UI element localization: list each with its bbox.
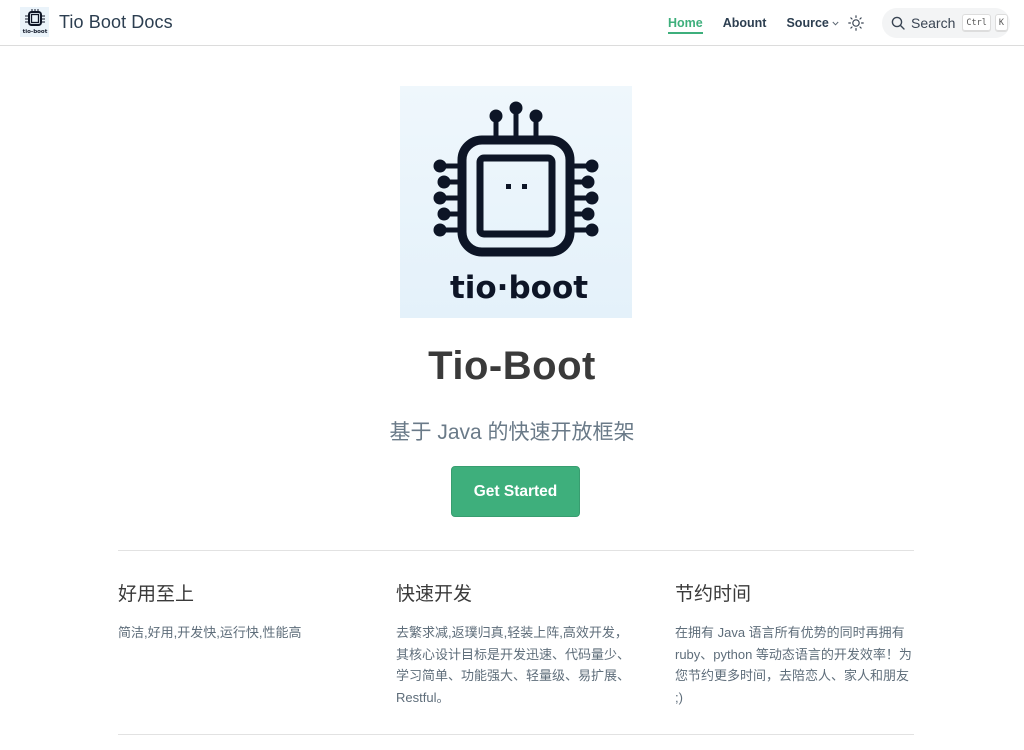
logo-caption: tio-boot — [22, 29, 47, 35]
feature-title: 快速开发 — [396, 584, 473, 605]
shortcut-key-k: K — [994, 14, 1008, 32]
search-button[interactable]: Search Ctrl K — [882, 8, 1010, 38]
hero-logo-image: tio·boot — [400, 86, 632, 318]
hero-logo-caption: tio·boot — [450, 270, 588, 306]
brand-home-link[interactable]: tio-boot Tio Boot Docs — [20, 7, 173, 37]
nav-home-link[interactable]: Home — [668, 0, 703, 46]
divider — [118, 550, 914, 551]
site-title: Tio Boot Docs — [59, 11, 173, 32]
divider — [118, 734, 914, 735]
nav-source-dropdown[interactable]: Source — [786, 0, 839, 46]
feature-title: 节约时间 — [675, 584, 752, 605]
search-icon — [891, 16, 905, 30]
chevron-down-icon — [832, 21, 839, 26]
sun-icon — [848, 15, 864, 31]
feature-card: 快速开发 去繁求减,返璞归真,轻装上阵,高效开发，其核心设计目标是开发迅速、代码… — [396, 583, 636, 708]
feature-description: 去繁求减,返璞归真,轻装上阵,高效开发，其核心设计目标是开发迅速、代码量少、学习… — [396, 625, 631, 705]
navbar: tio-boot Tio Boot Docs Home Abount Sourc… — [0, 0, 1024, 46]
hero-title: Tio-Boot — [428, 344, 596, 388]
search-label: Search — [911, 15, 956, 31]
feature-card: 节约时间 在拥有 Java 语言所有优势的同时再拥有 ruby、python 等… — [675, 583, 915, 708]
chip-logo-icon: tio-boot — [22, 9, 47, 35]
shortcut-key-ctrl: Ctrl — [962, 14, 991, 32]
feature-card: 好用至上 简洁,好用,开发快,运行快,性能高 — [118, 583, 358, 644]
feature-title: 好用至上 — [118, 584, 195, 605]
feature-description: 在拥有 Java 语言所有优势的同时再拥有 ruby、python 等动态语言的… — [675, 625, 912, 705]
nav-source-label: Source — [786, 16, 829, 30]
theme-toggle-button[interactable] — [845, 12, 867, 34]
brand-logo: tio-boot — [20, 7, 49, 37]
feature-description: 简洁,好用,开发快,运行快,性能高 — [118, 625, 302, 640]
nav-abount-link[interactable]: Abount — [723, 0, 767, 46]
nav-links: Home Abount Source — [650, 0, 839, 46]
hero-subtitle: 基于 Java 的快速开放框架 — [389, 421, 635, 444]
get-started-button[interactable]: Get Started — [451, 466, 580, 517]
chip-logo-icon: tio·boot — [433, 101, 599, 306]
